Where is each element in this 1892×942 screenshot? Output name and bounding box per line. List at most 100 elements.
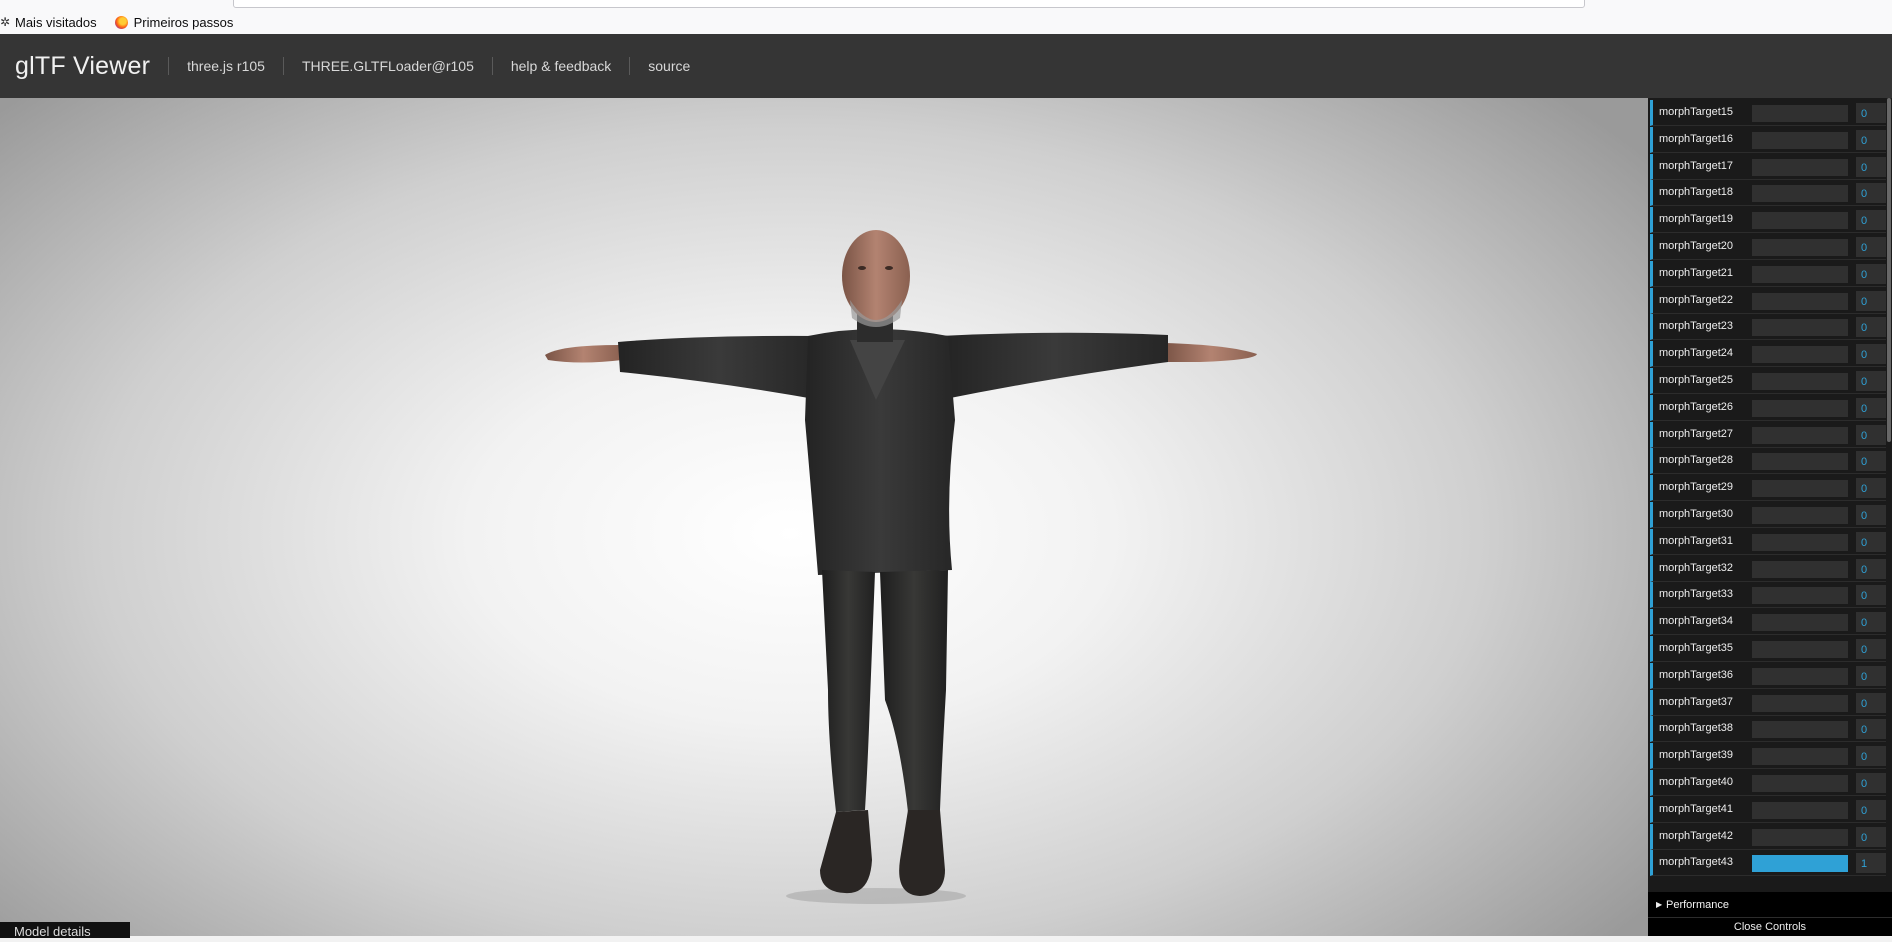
morph-target-value-input[interactable]: 0: [1856, 130, 1886, 150]
morph-target-row[interactable]: morphTarget34 0: [1650, 609, 1886, 635]
morph-target-slider[interactable]: [1752, 829, 1848, 846]
morph-target-value-input[interactable]: 0: [1856, 800, 1886, 820]
morph-target-row[interactable]: morphTarget40 0: [1650, 770, 1886, 796]
morph-target-row[interactable]: morphTarget25 0: [1650, 368, 1886, 394]
nav-help-feedback-link[interactable]: help & feedback: [491, 57, 629, 75]
morph-target-slider[interactable]: [1752, 641, 1848, 658]
morph-target-row[interactable]: morphTarget36 0: [1650, 663, 1886, 689]
morph-target-row[interactable]: morphTarget32 0: [1650, 556, 1886, 582]
morph-target-slider[interactable]: [1752, 561, 1848, 578]
morph-target-value-input[interactable]: 0: [1856, 585, 1886, 605]
morph-target-value-input[interactable]: 0: [1856, 237, 1886, 257]
nav-gltfloader-link[interactable]: THREE.GLTFLoader@r105: [282, 57, 492, 75]
morph-target-slider[interactable]: [1752, 319, 1848, 336]
close-controls-button[interactable]: Close Controls: [1648, 918, 1892, 936]
morph-target-value-input[interactable]: 0: [1856, 719, 1886, 739]
morph-target-value-input[interactable]: 0: [1856, 264, 1886, 284]
morph-target-row[interactable]: morphTarget27 0: [1650, 422, 1886, 448]
morph-target-value-input[interactable]: 0: [1856, 210, 1886, 230]
morph-target-row[interactable]: morphTarget42 0: [1650, 824, 1886, 850]
morph-target-row[interactable]: morphTarget23 0: [1650, 314, 1886, 340]
morph-target-value-input[interactable]: 0: [1856, 639, 1886, 659]
morph-target-slider[interactable]: [1752, 695, 1848, 712]
morph-target-value-input[interactable]: 0: [1856, 612, 1886, 632]
morph-target-slider[interactable]: [1752, 748, 1848, 765]
morph-target-row[interactable]: morphTarget26 0: [1650, 395, 1886, 421]
morph-target-value-input[interactable]: 0: [1856, 693, 1886, 713]
morph-target-slider[interactable]: [1752, 507, 1848, 524]
controls-scrollbar[interactable]: [1886, 98, 1892, 892]
morph-target-slider[interactable]: [1752, 132, 1848, 149]
morph-target-value-input[interactable]: 0: [1856, 451, 1886, 471]
morph-target-slider[interactable]: [1752, 400, 1848, 417]
morph-target-slider[interactable]: [1752, 266, 1848, 283]
morph-target-slider[interactable]: [1752, 855, 1848, 872]
morph-target-value-input[interactable]: 0: [1856, 773, 1886, 793]
3d-viewport[interactable]: [0, 98, 1648, 936]
morph-target-value-input[interactable]: 0: [1856, 371, 1886, 391]
morph-target-value-input[interactable]: 0: [1856, 157, 1886, 177]
nav-threejs-link[interactable]: three.js r105: [168, 57, 283, 75]
morph-target-row[interactable]: morphTarget21 0: [1650, 261, 1886, 287]
performance-folder[interactable]: ▶ Performance: [1648, 892, 1892, 918]
morph-target-row[interactable]: morphTarget30 0: [1650, 502, 1886, 528]
scrollbar-thumb[interactable]: [1887, 98, 1891, 442]
app-header: glTF Viewer three.js r105 THREE.GLTFLoad…: [0, 34, 1892, 98]
morph-target-row[interactable]: morphTarget43 1: [1650, 850, 1886, 876]
morph-target-value-input[interactable]: 0: [1856, 103, 1886, 123]
morph-target-value-input[interactable]: 0: [1856, 317, 1886, 337]
morph-target-value-input[interactable]: 0: [1856, 183, 1886, 203]
morph-target-slider[interactable]: [1752, 293, 1848, 310]
morph-target-value-input[interactable]: 0: [1856, 291, 1886, 311]
morph-target-row[interactable]: morphTarget22 0: [1650, 288, 1886, 314]
morph-target-slider[interactable]: [1752, 427, 1848, 444]
morph-target-row[interactable]: morphTarget37 0: [1650, 690, 1886, 716]
morph-target-value-input[interactable]: 0: [1856, 425, 1886, 445]
morph-target-slider[interactable]: [1752, 346, 1848, 363]
morph-target-slider[interactable]: [1752, 668, 1848, 685]
morph-target-value-input[interactable]: 0: [1856, 344, 1886, 364]
morph-target-slider[interactable]: [1752, 239, 1848, 256]
morph-target-row[interactable]: morphTarget18 0: [1650, 180, 1886, 206]
morph-target-slider[interactable]: [1752, 721, 1848, 738]
morph-target-slider[interactable]: [1752, 534, 1848, 551]
morph-target-slider[interactable]: [1752, 373, 1848, 390]
morph-target-value-input[interactable]: 0: [1856, 559, 1886, 579]
morph-target-value-input[interactable]: 0: [1856, 398, 1886, 418]
morph-target-row[interactable]: morphTarget35 0: [1650, 636, 1886, 662]
morph-target-row[interactable]: morphTarget28 0: [1650, 448, 1886, 474]
morph-target-slider[interactable]: [1752, 159, 1848, 176]
morph-target-row[interactable]: morphTarget24 0: [1650, 341, 1886, 367]
morph-target-slider[interactable]: [1752, 453, 1848, 470]
morph-target-row[interactable]: morphTarget38 0: [1650, 716, 1886, 742]
morph-target-value-input[interactable]: 1: [1856, 853, 1886, 873]
morph-target-slider[interactable]: [1752, 480, 1848, 497]
morph-target-slider[interactable]: [1752, 587, 1848, 604]
morph-target-slider[interactable]: [1752, 212, 1848, 229]
morph-target-slider[interactable]: [1752, 614, 1848, 631]
morph-target-row[interactable]: morphTarget39 0: [1650, 743, 1886, 769]
morph-target-row[interactable]: morphTarget19 0: [1650, 207, 1886, 233]
morph-target-value-input[interactable]: 0: [1856, 666, 1886, 686]
morph-target-row[interactable]: morphTarget31 0: [1650, 529, 1886, 555]
morph-target-row[interactable]: morphTarget15 0: [1650, 100, 1886, 126]
morph-target-row[interactable]: morphTarget17 0: [1650, 154, 1886, 180]
morph-target-value-input[interactable]: 0: [1856, 532, 1886, 552]
nav-source-link[interactable]: source: [629, 57, 708, 75]
morph-target-slider[interactable]: [1752, 105, 1848, 122]
morph-target-row[interactable]: morphTarget33 0: [1650, 582, 1886, 608]
morph-target-row[interactable]: morphTarget20 0: [1650, 234, 1886, 260]
morph-target-slider[interactable]: [1752, 185, 1848, 202]
morph-target-row[interactable]: morphTarget29 0: [1650, 475, 1886, 501]
morph-target-value-input[interactable]: 0: [1856, 827, 1886, 847]
bookmark-primeiros-passos[interactable]: Primeiros passos: [111, 15, 233, 30]
bookmark-mais-visitados[interactable]: ✲ Mais visitados: [0, 15, 97, 30]
url-bar[interactable]: [233, 0, 1585, 8]
morph-target-slider[interactable]: [1752, 802, 1848, 819]
morph-target-value-input[interactable]: 0: [1856, 505, 1886, 525]
morph-target-value-input[interactable]: 0: [1856, 478, 1886, 498]
morph-target-value-input[interactable]: 0: [1856, 746, 1886, 766]
morph-target-slider[interactable]: [1752, 775, 1848, 792]
morph-target-row[interactable]: morphTarget16 0: [1650, 127, 1886, 153]
morph-target-row[interactable]: morphTarget41 0: [1650, 797, 1886, 823]
